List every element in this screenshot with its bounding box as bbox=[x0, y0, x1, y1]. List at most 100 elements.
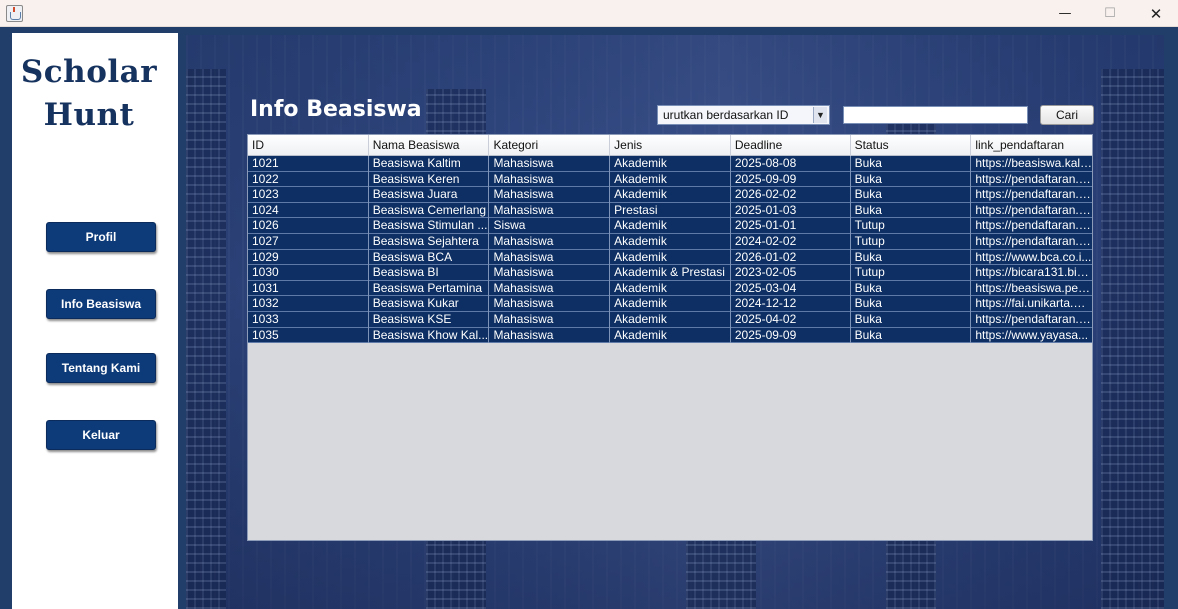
table-row[interactable]: 1032 Beasiswa Kukar Mahasiswa Akademik 2024-… bbox=[248, 296, 1092, 312]
table-row[interactable]: 1029 Beasiswa BCA Mahasiswa Akademik 2026-01… bbox=[248, 249, 1092, 266]
cell-jenis: Akademik bbox=[610, 327, 731, 344]
cell-kategori: Siswa bbox=[489, 218, 611, 234]
cell-nama: Beasiswa Pertamina bbox=[369, 280, 490, 297]
cell-deadline: 2023-02-05 bbox=[731, 265, 851, 281]
cell-deadline: 2025-09-09 bbox=[731, 171, 851, 188]
cell-kategori: Mahasiswa bbox=[489, 311, 611, 328]
cell-id: 1030 bbox=[248, 265, 369, 281]
cell-jenis: Prestasi bbox=[610, 202, 731, 219]
cell-link: https://pendaftaran.s... bbox=[975, 233, 1093, 248]
cell-kategori: Mahasiswa bbox=[489, 171, 611, 188]
table-row[interactable]: 1021 Beasiswa Kaltim Mahasiswa Akademik 2025… bbox=[248, 156, 1092, 172]
table-row[interactable]: 1030 Beasiswa BI Mahasiswa Akademik & Prest… bbox=[248, 265, 1092, 281]
background-building bbox=[186, 69, 226, 609]
table-row[interactable]: 1031 Beasiswa Pertamina Mahasiswa Akademik 2… bbox=[248, 280, 1092, 297]
cell-nama: Beasiswa BI bbox=[369, 265, 490, 281]
cell-link: https://pendaftaran.b... bbox=[975, 311, 1093, 326]
cell-status: Tutup bbox=[851, 265, 972, 281]
keluar-button[interactable]: Keluar bbox=[46, 420, 156, 450]
cell-id: 1023 bbox=[248, 187, 369, 203]
cell-jenis: Akademik bbox=[610, 156, 731, 172]
cell-jenis: Akademik bbox=[610, 311, 731, 328]
cell-status: Buka bbox=[851, 249, 972, 266]
profil-button[interactable]: Profil bbox=[46, 222, 156, 252]
table-row[interactable]: 1022 Beasiswa Keren Mahasiswa Akademik 2025-… bbox=[248, 171, 1092, 188]
cell-id: 1033 bbox=[248, 311, 369, 328]
close-button[interactable]: ✕ bbox=[1133, 0, 1178, 27]
window-title-bar: — ☐ ✕ bbox=[0, 0, 1178, 27]
column-header-id[interactable]: ID bbox=[248, 135, 369, 156]
column-header-nama[interactable]: Nama Beasiswa bbox=[369, 135, 490, 156]
cell-deadline: 2025-04-02 bbox=[731, 311, 851, 328]
cell-deadline: 2026-02-02 bbox=[731, 187, 851, 203]
cell-link: https://bicara131.bi.g... bbox=[975, 265, 1093, 280]
table-row[interactable]: 1035 Beasiswa Khow Kal... Mahasiswa Akademi… bbox=[248, 327, 1092, 344]
column-header-jenis[interactable]: Jenis bbox=[610, 135, 731, 156]
cell-status: Buka bbox=[851, 311, 972, 328]
cell-link: https://pendaftaran.c... bbox=[975, 202, 1093, 217]
column-header-kategori[interactable]: Kategori bbox=[489, 135, 611, 156]
chevron-down-icon[interactable]: ▼ bbox=[813, 107, 827, 123]
cell-status: Buka bbox=[851, 187, 972, 203]
cell-status: Buka bbox=[851, 296, 972, 312]
cell-status: Buka bbox=[851, 202, 972, 219]
cell-nama: Beasiswa Khow Kal... bbox=[369, 327, 490, 344]
cell-id: 1029 bbox=[248, 249, 369, 266]
cell-link: https://beasiswa.kalti... bbox=[975, 156, 1093, 170]
cell-status: Tutup bbox=[851, 233, 972, 250]
cell-status: Buka bbox=[851, 280, 972, 297]
column-header-link[interactable]: link_pendaftaran bbox=[971, 135, 1092, 156]
cell-nama: Beasiswa Kaltim bbox=[369, 156, 490, 172]
cell-kategori: Mahasiswa bbox=[489, 202, 611, 219]
cell-link: https://pendaftaran.ju... bbox=[975, 187, 1093, 202]
cell-kategori: Mahasiswa bbox=[489, 327, 611, 344]
table-row[interactable]: 1027 Beasiswa Sejahtera Mahasiswa Akademik 2… bbox=[248, 233, 1093, 250]
sort-dropdown-value: urutkan berdasarkan ID bbox=[663, 108, 789, 122]
column-header-deadline[interactable]: Deadline bbox=[731, 135, 851, 156]
cell-id: 1021 bbox=[248, 156, 369, 172]
cell-kategori: Mahasiswa bbox=[489, 265, 611, 281]
cari-button[interactable]: Cari bbox=[1040, 105, 1094, 125]
cell-jenis: Akademik bbox=[610, 171, 731, 188]
info-beasiswa-button[interactable]: Info Beasiswa bbox=[46, 289, 156, 319]
scholarship-table[interactable]: ID Nama Beasiswa Kategori Jenis Deadline… bbox=[247, 134, 1093, 541]
java-app-icon bbox=[6, 5, 23, 22]
cell-deadline: 2024-12-12 bbox=[731, 296, 851, 312]
cell-jenis: Akademik bbox=[610, 187, 731, 203]
cell-jenis: Akademik bbox=[610, 233, 731, 250]
table-row[interactable]: 1026 Beasiswa Stimulan ... Siswa Akademik 20… bbox=[248, 218, 1092, 234]
column-header-status[interactable]: Status bbox=[851, 135, 972, 156]
cell-deadline: 2024-02-02 bbox=[731, 233, 851, 250]
cell-id: 1032 bbox=[248, 296, 369, 312]
table-row[interactable]: 1023 Beasiswa Juara Mahasiswa Akademik 2026-… bbox=[248, 187, 1092, 203]
cell-nama: Beasiswa Stimulan ... bbox=[369, 218, 490, 234]
cell-status: Buka bbox=[851, 156, 972, 172]
cell-id: 1022 bbox=[248, 171, 369, 188]
cell-link: https://www.bca.co.i... bbox=[975, 249, 1092, 264]
cell-deadline: 2025-01-03 bbox=[731, 202, 851, 219]
cell-status: Tutup bbox=[851, 218, 972, 234]
cell-nama: Beasiswa BCA bbox=[369, 249, 490, 266]
logo-line-2: Hunt bbox=[43, 97, 135, 133]
cell-deadline: 2025-03-04 bbox=[731, 280, 851, 297]
cell-jenis: Akademik bbox=[610, 218, 731, 234]
table-row[interactable]: 1024 Beasiswa Cemerlang Mahasiswa Prestasi 2… bbox=[248, 202, 1093, 219]
sort-dropdown[interactable]: urutkan berdasarkan ID ▼ bbox=[657, 105, 830, 125]
cell-link: https://pendaftaran.st... bbox=[975, 218, 1093, 233]
page-title: Info Beasiswa bbox=[250, 97, 422, 122]
minimize-button[interactable]: — bbox=[1042, 0, 1088, 27]
cell-jenis: Akademik bbox=[610, 280, 731, 297]
cell-kategori: Mahasiswa bbox=[489, 233, 611, 250]
maximize-button[interactable]: ☐ bbox=[1087, 0, 1133, 27]
cell-nama: Beasiswa Cemerlang bbox=[369, 202, 490, 219]
cell-status: Buka bbox=[851, 171, 972, 188]
main-panel: Info Beasiswa urutkan berdasarkan ID ▼ C… bbox=[186, 35, 1164, 609]
table-row[interactable]: 1033 Beasiswa KSE Mahasiswa Akademik 2025-04… bbox=[248, 311, 1093, 328]
cell-nama: Beasiswa Sejahtera bbox=[369, 233, 490, 250]
search-input[interactable] bbox=[843, 106, 1028, 124]
cell-jenis: Akademik bbox=[610, 296, 731, 312]
tentang-kami-button[interactable]: Tentang Kami bbox=[46, 353, 156, 383]
sidebar: Scholar Hunt Profil Info Beasiswa Tentan… bbox=[12, 33, 178, 609]
cell-jenis: Akademik & Prestasi bbox=[610, 265, 731, 281]
cell-jenis: Akademik bbox=[610, 249, 731, 266]
